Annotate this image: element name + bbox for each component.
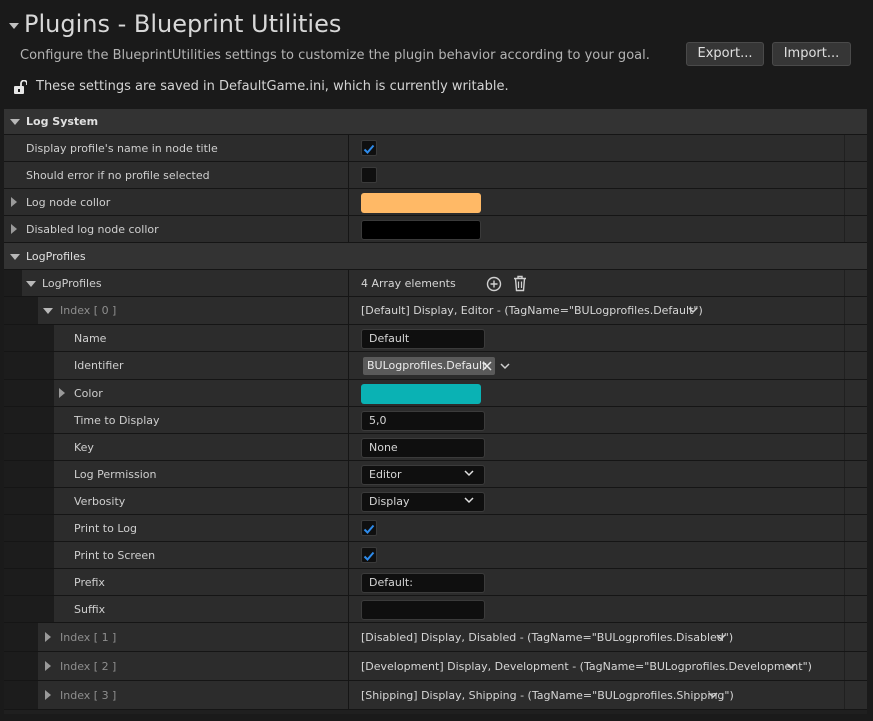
property-label: Name: [74, 332, 107, 345]
index-label: Index [ 2 ]: [60, 660, 117, 673]
index-summary[interactable]: [Default] Display, Editor - (TagName="BU…: [361, 304, 703, 317]
export-button[interactable]: Export...: [686, 42, 764, 66]
row-index-1: Index [ 1 ] [Disabled] Display, Disabled…: [4, 623, 867, 652]
saved-notice: These settings are saved in DefaultGame.…: [36, 79, 509, 94]
row-time-to-display: Time to Display 5,0: [4, 407, 867, 434]
chevron-down-icon[interactable]: [708, 692, 718, 699]
index-summary[interactable]: [Development] Display, Development - (Ta…: [361, 660, 812, 673]
chevron-right-icon[interactable]: [11, 224, 17, 234]
property-label: Print to Screen: [74, 549, 156, 562]
index-label: Index [ 0 ]: [60, 304, 117, 317]
log-permission-dropdown[interactable]: Editor: [361, 465, 485, 485]
chevron-down-icon: [10, 119, 20, 125]
property-label: Should error if no profile selected: [26, 169, 210, 182]
row-index-3: Index [ 3 ] [Shipping] Display, Shipping…: [4, 681, 867, 710]
array-count: 4 Array elements: [361, 277, 456, 290]
property-label: Log node collor: [26, 196, 111, 209]
chevron-down-icon[interactable]: [716, 634, 726, 641]
index-summary[interactable]: [Shipping] Display, Shipping - (TagName=…: [361, 689, 734, 702]
row-log-profiles-array: LogProfiles 4 Array elements: [4, 270, 867, 297]
disabled-log-node-color-swatch[interactable]: [361, 220, 481, 240]
checkmark-icon: [363, 551, 375, 561]
row-log-permission: Log Permission Editor: [4, 461, 867, 488]
index-summary[interactable]: [Disabled] Display, Disabled - (TagName=…: [361, 631, 733, 644]
category-log-profiles[interactable]: LogProfiles: [4, 243, 867, 270]
row-display-profile-name: Display profile's name in node title: [4, 135, 867, 162]
dropdown-value: Editor: [369, 468, 402, 481]
row-name: Name Default: [4, 325, 867, 352]
chevron-down-icon: [464, 497, 474, 504]
prefix-field[interactable]: Default:: [361, 573, 485, 593]
trash-icon[interactable]: [512, 275, 528, 292]
profile-color-swatch[interactable]: [361, 384, 481, 404]
property-label: Key: [74, 441, 94, 454]
chevron-down-icon: [10, 254, 20, 260]
row-log-node-color: Log node collor: [4, 189, 867, 216]
add-element-icon[interactable]: [486, 276, 502, 292]
property-label: Verbosity: [74, 495, 126, 508]
row-print-to-log: Print to Log: [4, 515, 867, 542]
property-label: Disabled log node collor: [26, 223, 159, 236]
name-field[interactable]: Default: [361, 329, 485, 349]
remove-tag-icon[interactable]: [482, 361, 492, 371]
row-index-2: Index [ 2 ] [Development] Display, Devel…: [4, 652, 867, 681]
category-log-system[interactable]: Log System: [4, 109, 867, 135]
identifier-tag-chip[interactable]: BULogprofiles.Default: [363, 357, 495, 375]
chevron-right-icon[interactable]: [45, 661, 51, 671]
chevron-right-icon[interactable]: [45, 690, 51, 700]
log-node-color-swatch[interactable]: [361, 193, 481, 213]
checkmark-icon: [363, 524, 375, 534]
row-identifier: Identifier BULogprofiles.Default: [4, 352, 867, 380]
property-label: Suffix: [74, 603, 106, 616]
index-label: Index [ 3 ]: [60, 689, 117, 702]
row-print-to-screen: Print to Screen: [4, 542, 867, 569]
print-to-log-checkbox[interactable]: [361, 520, 377, 536]
property-label: Display profile's name in node title: [26, 142, 218, 155]
property-label: Identifier: [74, 359, 124, 372]
row-key: Key None: [4, 434, 867, 461]
dropdown-value: Display: [369, 495, 410, 508]
print-to-screen-checkbox[interactable]: [361, 547, 377, 563]
unlocked-icon: [14, 80, 27, 94]
row-error-no-profile: Should error if no profile selected: [4, 162, 867, 189]
time-to-display-field[interactable]: 5,0: [361, 411, 485, 431]
row-index-0: Index [ 0 ] [Default] Display, Editor - …: [4, 297, 867, 325]
chevron-down-icon[interactable]: [500, 363, 510, 370]
chevron-right-icon[interactable]: [11, 197, 17, 207]
row-color: Color: [4, 380, 867, 407]
checkmark-icon: [363, 144, 375, 154]
property-label: Prefix: [74, 576, 105, 589]
error-no-profile-checkbox[interactable]: [361, 167, 377, 183]
import-button[interactable]: Import...: [772, 42, 851, 66]
property-label: Log Permission: [74, 468, 157, 481]
row-suffix: Suffix: [4, 596, 867, 623]
suffix-field[interactable]: [361, 600, 485, 620]
page-title: Plugins - Blueprint Utilities: [24, 10, 342, 38]
display-profile-name-checkbox[interactable]: [361, 140, 377, 156]
category-label: LogProfiles: [26, 250, 86, 263]
chevron-right-icon[interactable]: [59, 388, 65, 398]
key-selector[interactable]: None: [361, 438, 485, 458]
chevron-down-icon[interactable]: [786, 663, 796, 670]
chevron-down-icon: [464, 470, 474, 477]
verbosity-dropdown[interactable]: Display: [361, 492, 485, 512]
category-label: Log System: [26, 115, 99, 128]
property-label: LogProfiles: [42, 277, 102, 290]
property-label: Color: [74, 387, 103, 400]
chevron-right-icon[interactable]: [45, 632, 51, 642]
row-verbosity: Verbosity Display: [4, 488, 867, 515]
chevron-down-icon[interactable]: [43, 308, 53, 314]
row-disabled-log-node-color: Disabled log node collor: [4, 216, 867, 243]
page-subtitle: Configure the BlueprintUtilities setting…: [20, 48, 650, 63]
property-label: Time to Display: [74, 414, 160, 427]
index-label: Index [ 1 ]: [60, 631, 117, 644]
row-prefix: Prefix Default:: [4, 569, 867, 596]
property-label: Print to Log: [74, 522, 137, 535]
identifier-tag-text: BULogprofiles.Default: [367, 359, 487, 372]
chevron-down-icon[interactable]: [688, 307, 698, 314]
collapse-caret-icon[interactable]: [9, 23, 19, 29]
chevron-down-icon[interactable]: [26, 281, 36, 287]
